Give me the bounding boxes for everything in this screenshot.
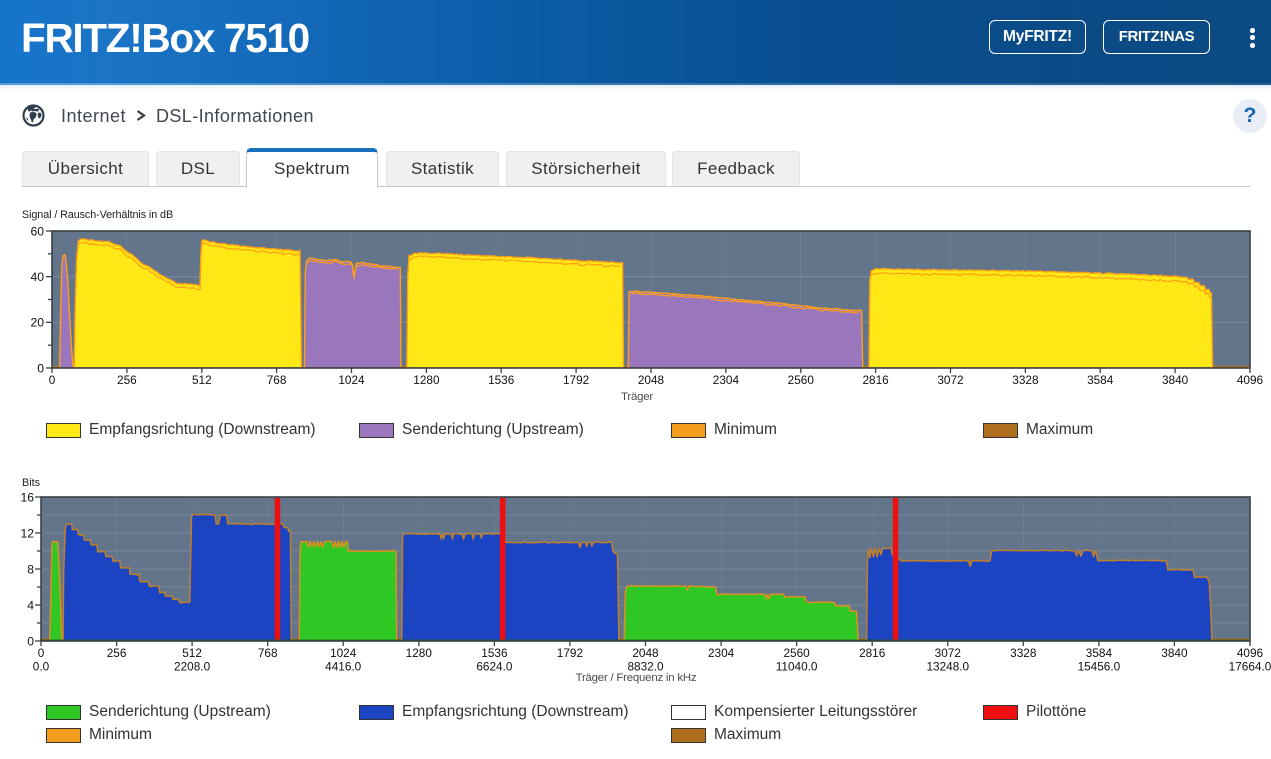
svg-text:Träger: Träger — [621, 391, 653, 403]
svg-text:13248.0: 13248.0 — [926, 660, 969, 674]
svg-text:2048: 2048 — [632, 646, 659, 660]
svg-text:512: 512 — [182, 646, 202, 660]
svg-text:512: 512 — [192, 373, 212, 387]
svg-text:8: 8 — [27, 562, 34, 576]
svg-text:0: 0 — [38, 646, 45, 660]
svg-text:4096: 4096 — [1237, 646, 1264, 660]
svg-text:768: 768 — [267, 373, 287, 387]
svg-text:1024: 1024 — [330, 646, 357, 660]
svg-text:3840: 3840 — [1161, 646, 1188, 660]
svg-text:1024: 1024 — [338, 373, 365, 387]
svg-text:60: 60 — [30, 224, 44, 238]
svg-text:4416.0: 4416.0 — [325, 660, 362, 674]
svg-text:0: 0 — [27, 634, 34, 648]
svg-text:1792: 1792 — [563, 373, 589, 387]
svg-text:12: 12 — [20, 526, 34, 540]
svg-text:0: 0 — [49, 373, 56, 387]
svg-text:20: 20 — [30, 316, 44, 330]
svg-text:256: 256 — [107, 646, 127, 660]
svg-text:2208.0: 2208.0 — [174, 660, 211, 674]
svg-text:3840: 3840 — [1162, 373, 1189, 387]
svg-text:3072: 3072 — [935, 646, 961, 660]
svg-text:2560: 2560 — [788, 373, 815, 387]
svg-text:3328: 3328 — [1012, 373, 1039, 387]
svg-text:1280: 1280 — [406, 646, 433, 660]
svg-text:1536: 1536 — [481, 646, 508, 660]
svg-text:4096: 4096 — [1237, 373, 1264, 387]
svg-text:256: 256 — [117, 373, 137, 387]
svg-text:6624.0: 6624.0 — [476, 660, 513, 674]
svg-text:11040.0: 11040.0 — [776, 660, 818, 674]
svg-text:16: 16 — [20, 490, 34, 504]
svg-text:4: 4 — [27, 598, 34, 612]
svg-text:2304: 2304 — [708, 646, 735, 660]
svg-text:768: 768 — [258, 646, 278, 660]
svg-text:Träger / Frequenz in kHz: Träger / Frequenz in kHz — [576, 672, 697, 684]
svg-text:0: 0 — [37, 361, 44, 375]
svg-text:0.0: 0.0 — [33, 660, 50, 674]
svg-text:2816: 2816 — [862, 373, 889, 387]
svg-text:3072: 3072 — [937, 373, 963, 387]
svg-text:2048: 2048 — [638, 373, 665, 387]
svg-text:2560: 2560 — [783, 646, 810, 660]
svg-text:1792: 1792 — [557, 646, 583, 660]
svg-text:3584: 3584 — [1087, 373, 1114, 387]
svg-text:3584: 3584 — [1086, 646, 1113, 660]
svg-text:1280: 1280 — [413, 373, 440, 387]
svg-text:2816: 2816 — [859, 646, 886, 660]
svg-text:17664.0: 17664.0 — [1229, 660, 1271, 674]
svg-text:15456.0: 15456.0 — [1078, 660, 1121, 674]
svg-text:3328: 3328 — [1010, 646, 1037, 660]
svg-text:1536: 1536 — [488, 373, 515, 387]
svg-text:2304: 2304 — [713, 373, 740, 387]
svg-text:40: 40 — [30, 270, 44, 284]
